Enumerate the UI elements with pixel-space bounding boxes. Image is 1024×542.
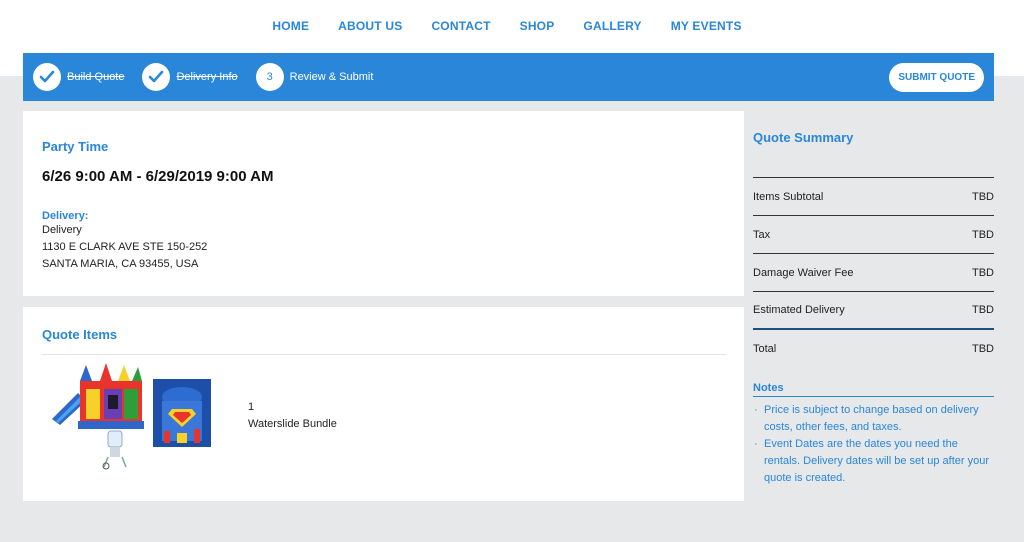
step-delivery-info[interactable]: Delivery Info [142,63,238,91]
summary-row-delivery: Estimated Delivery TBD [753,292,994,330]
step-number: 3 [255,63,284,91]
summary-table: Items Subtotal TBD Tax TBD Damage Waiver… [753,177,994,368]
quote-items-title: Quote Items [42,327,118,342]
item-info: 1 Waterslide Bundle [248,399,337,471]
nav-shop-link[interactable]: SHOP [520,19,555,33]
step-build-quote[interactable]: Build Quote [33,63,124,91]
checkmark-icon [142,63,171,91]
nav-about-link[interactable]: ABOUT US [338,19,402,33]
step-label: Build Quote [67,71,125,83]
summary-row-tax: Tax TBD [753,216,994,254]
divider [42,354,726,355]
nav-my-events-link[interactable]: MY EVENTS [671,19,742,33]
summary-value: TBD [972,190,994,203]
party-time-title: Party Time [42,139,109,154]
nav-gallery-link[interactable]: GALLERY [583,19,641,33]
summary-value: TBD [972,266,994,279]
summary-label: Items Subtotal [753,190,824,203]
step-review-submit[interactable]: 3 Review & Submit [255,63,374,91]
summary-row-total: Total TBD [753,330,994,368]
summary-row-damage-waiver: Damage Waiver Fee TBD [753,254,994,292]
notes-list: Price is subject to change based on deli… [753,402,994,487]
delivery-label: Delivery: [42,210,89,222]
item-quantity: 1 [248,401,255,413]
step-label: Delivery Info [176,71,238,83]
submit-quote-button[interactable]: SUBMIT QUOTE [889,63,984,92]
summary-value: TBD [972,343,994,355]
checkout-progress-bar: Build Quote Delivery Info 3 Review & Sub… [23,53,994,101]
item-thumbnails [42,361,232,471]
note-item: Event Dates are the dates you need the r… [753,436,994,487]
item-name: Waterslide Bundle [248,418,337,430]
quote-summary: Quote Summary Items Subtotal TBD Tax TBD… [753,111,994,487]
summary-label: Total [753,343,777,355]
address-line-1: 1130 E CLARK AVE STE 150-252 [42,241,208,253]
summary-value: TBD [972,228,994,241]
note-item: Price is subject to change based on deli… [753,402,994,436]
delivery-method: Delivery [42,224,82,236]
step-label: Review & Submit [289,71,374,83]
party-dates: 6/26 9:00 AM - 6/29/2019 9:00 AM [42,168,274,185]
notes-title: Notes [753,382,994,397]
summary-label: Estimated Delivery [753,304,845,316]
summary-value: TBD [972,304,994,316]
quote-items-card: Quote Items 1 Waterslide Bundle [23,307,744,501]
summary-label: Tax [753,228,771,241]
summary-label: Damage Waiver Fee [753,266,854,279]
checkmark-icon [33,63,61,91]
party-time-card: Party Time 6/26 9:00 AM - 6/29/2019 9:00… [23,111,744,296]
quote-summary-title: Quote Summary [753,130,854,145]
nav-contact-link[interactable]: CONTACT [431,19,490,33]
main-nav: HOME ABOUT US CONTACT SHOP GALLERY MY EV… [0,0,1024,52]
list-item: 1 Waterslide Bundle [42,361,725,471]
nav-home-link[interactable]: HOME [272,19,309,33]
summary-row-subtotal: Items Subtotal TBD [753,178,994,216]
address-line-2: SANTA MARIA, CA 93455, USA [42,258,199,270]
bounce-house-image [52,363,211,470]
